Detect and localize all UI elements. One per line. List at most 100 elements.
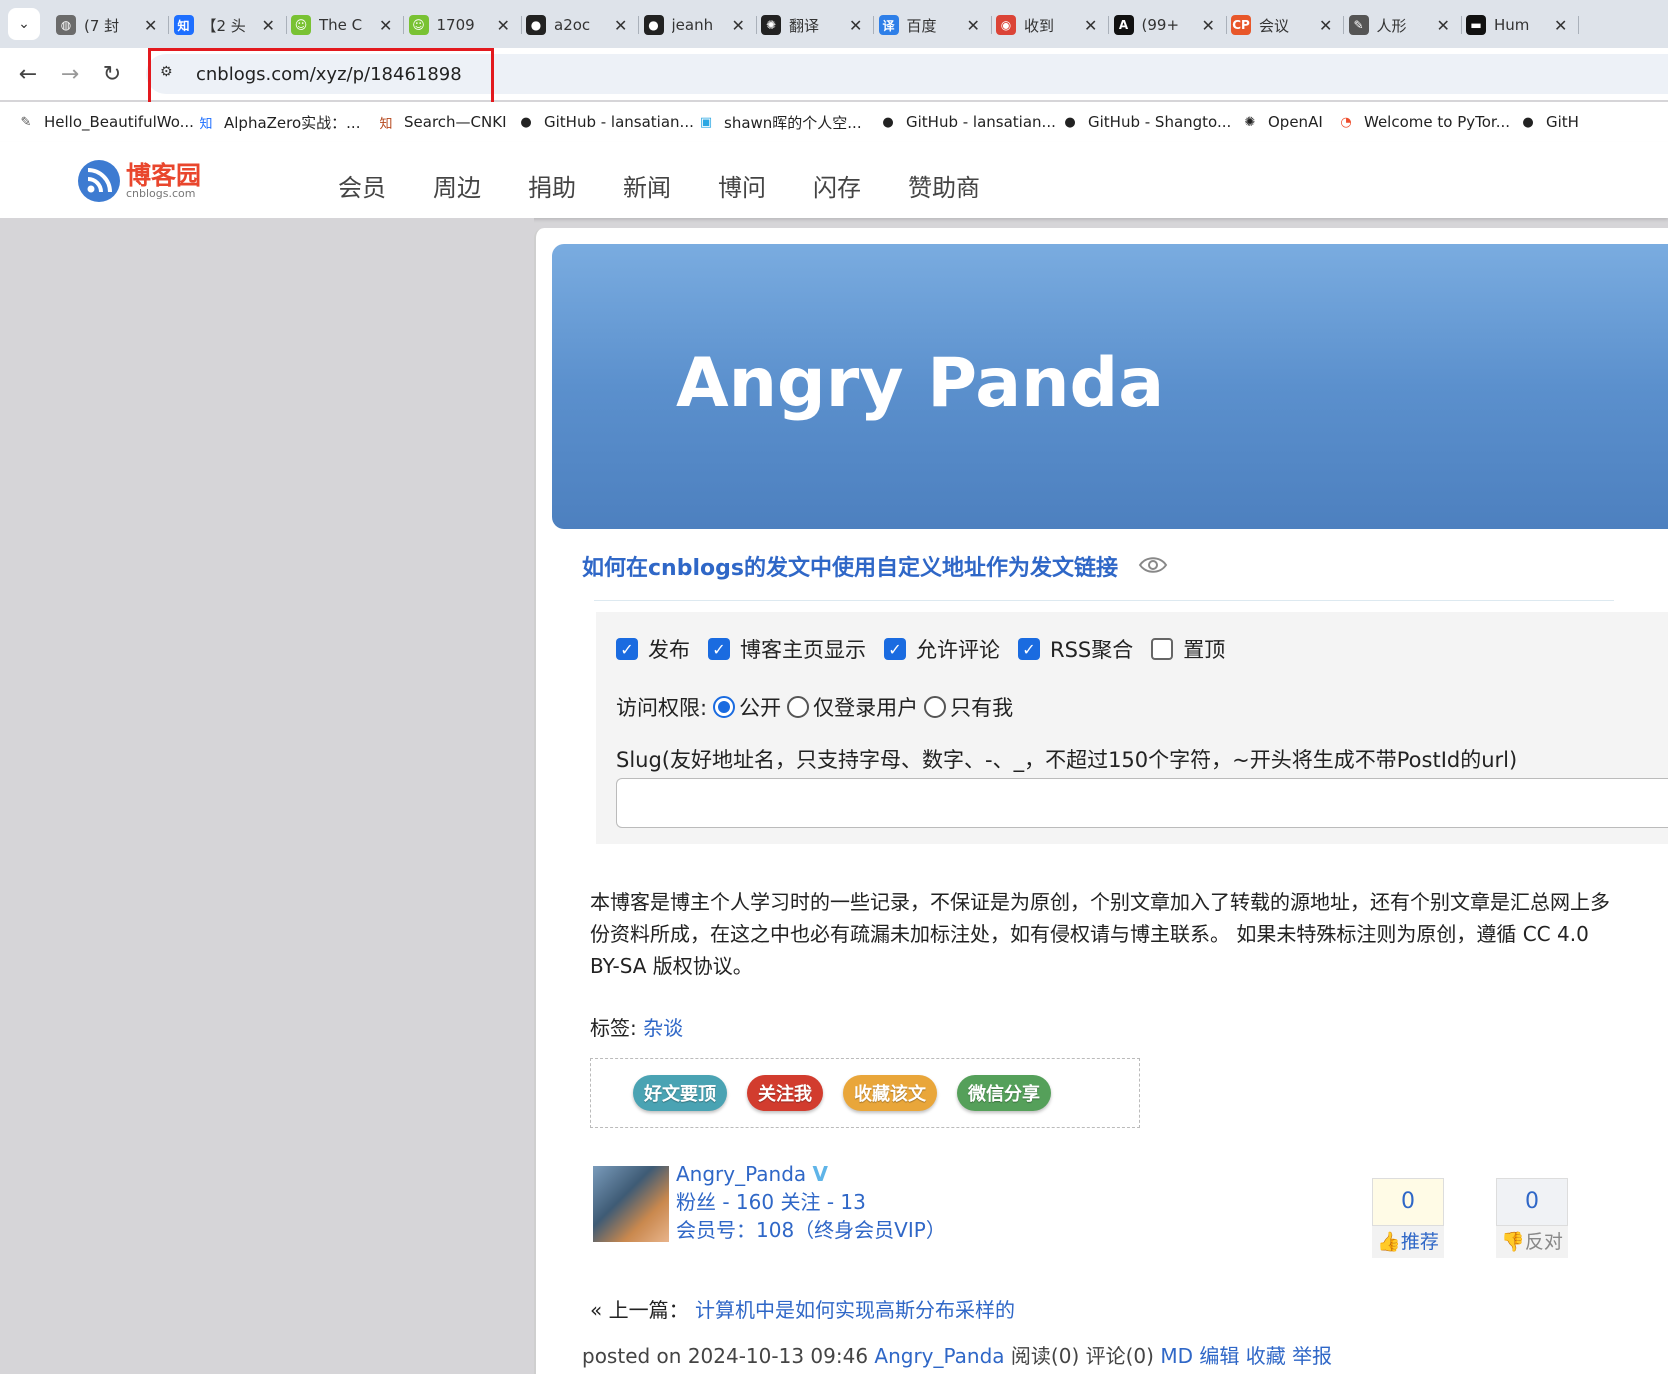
option-allow-comments[interactable]: ✓ 允许评论 xyxy=(884,634,1000,664)
md-link[interactable]: MD xyxy=(1160,1344,1193,1368)
option-pin-top[interactable]: 置顶 xyxy=(1151,634,1225,664)
github-icon: ● xyxy=(520,114,532,130)
nav-item-news[interactable]: 新闻 xyxy=(623,168,718,203)
close-icon[interactable]: ✕ xyxy=(614,16,627,35)
bookmark-item[interactable]: ◔ Welcome to PyTor... xyxy=(1336,112,1510,132)
checkbox-checked-icon[interactable]: ✓ xyxy=(708,638,730,660)
favorite-post-button[interactable]: 收藏该文 xyxy=(843,1075,937,1111)
radio-public[interactable] xyxy=(713,696,736,718)
checkbox-checked-icon[interactable]: ✓ xyxy=(1018,638,1040,660)
bookmark-item[interactable]: ▣ shawn晖的个人空... xyxy=(696,112,862,133)
footer-author-link[interactable]: Angry_Panda xyxy=(874,1344,1004,1368)
bookmark-item[interactable]: ✺ OpenAI xyxy=(1240,112,1323,132)
recommend-post-button[interactable]: 好文要顶 xyxy=(633,1075,727,1111)
tab-separator xyxy=(1578,16,1579,34)
tab-separator xyxy=(638,16,639,34)
back-button[interactable]: ← xyxy=(12,58,44,90)
tab-title: 会议 xyxy=(1259,16,1290,35)
forward-button[interactable]: → xyxy=(54,58,86,90)
reload-button[interactable]: ↻ xyxy=(96,58,128,90)
tags-label: 标签: xyxy=(590,1016,637,1040)
checkbox-checked-icon[interactable]: ✓ xyxy=(616,638,638,660)
bookmark-item[interactable]: ● GitHub - lansatian... xyxy=(878,112,1056,132)
tab-title: 人形 xyxy=(1376,16,1407,35)
close-icon[interactable]: ✕ xyxy=(379,16,392,35)
tab-separator xyxy=(1460,16,1462,34)
tag-link[interactable]: 杂谈 xyxy=(643,1016,683,1040)
downvote-label[interactable]: 👎反对 xyxy=(1496,1226,1568,1258)
close-icon[interactable]: ✕ xyxy=(967,16,980,35)
github-icon: ● xyxy=(526,15,546,35)
post-title[interactable]: 如何在cnblogs的发文中使用自定义地址作为发文链接 xyxy=(582,550,1118,582)
bookmark-item[interactable]: 知 AlphaZero实战：... xyxy=(196,112,360,133)
nav-item-member[interactable]: 会员 xyxy=(338,168,433,203)
dark-square-icon: ▬ xyxy=(1466,15,1486,35)
option-rss[interactable]: ✓ RSS聚合 xyxy=(1018,634,1133,664)
access-label: 访问权限: xyxy=(616,696,708,720)
bookmark-item[interactable]: 知 Search—CNKI xyxy=(376,112,506,132)
nav-item-sponsors[interactable]: 赞助商 xyxy=(908,168,1003,203)
close-icon[interactable]: ✕ xyxy=(1202,16,1215,35)
logo-text: 博客园 xyxy=(126,161,202,190)
close-icon[interactable]: ✕ xyxy=(497,16,510,35)
upvote-label[interactable]: 👍推荐 xyxy=(1372,1226,1444,1258)
close-icon[interactable]: ✕ xyxy=(1554,16,1567,35)
browser-tab[interactable]: ● a2oc ✕ xyxy=(526,8,627,42)
wechat-share-button[interactable]: 微信分享 xyxy=(957,1075,1051,1111)
browser-tab[interactable]: ● jeanh ✕ xyxy=(643,8,745,42)
slug-input[interactable] xyxy=(616,778,1668,828)
checkbox-checked-icon[interactable]: ✓ xyxy=(884,638,906,660)
nav-item-donate[interactable]: 捐助 xyxy=(528,168,623,203)
close-icon[interactable]: ✕ xyxy=(262,16,275,35)
close-icon[interactable]: ✕ xyxy=(1437,16,1450,35)
bookmark-item[interactable]: ● GitHub - Shangto... xyxy=(1060,112,1231,132)
follow-button[interactable]: 关注我 xyxy=(747,1075,823,1111)
radio-only-me[interactable] xyxy=(924,696,947,718)
option-show-on-home[interactable]: ✓ 博客主页显示 xyxy=(708,634,866,664)
radio-logged-in[interactable] xyxy=(787,696,810,718)
browser-tab[interactable]: ◍ (7 封 ✕ xyxy=(56,8,157,42)
cnblogs-logo[interactable]: 博客园 cnblogs.com xyxy=(78,160,201,202)
browser-tab[interactable]: A (99+ ✕ xyxy=(1113,8,1215,42)
nav-item-qa[interactable]: 博问 xyxy=(718,168,813,203)
browser-tab[interactable]: ☺ The C ✕ xyxy=(291,8,392,42)
author-name-link[interactable]: Angry_Panda xyxy=(676,1162,806,1186)
option-label: RSS聚合 xyxy=(1050,638,1134,662)
browser-tab[interactable]: ◉ 收到 ✕ xyxy=(996,8,1097,42)
blog-title[interactable]: Angry Panda xyxy=(676,344,1164,423)
browser-tab[interactable]: 译百度 ✕ xyxy=(878,8,980,42)
baidu-translate-icon: 译 xyxy=(878,15,899,35)
close-icon[interactable]: ✕ xyxy=(1084,16,1097,35)
close-icon[interactable]: ✕ xyxy=(1319,16,1332,35)
checkbox-unchecked-icon[interactable] xyxy=(1151,638,1174,660)
browser-tab[interactable]: CP 会议 ✕ xyxy=(1231,8,1332,42)
title-divider xyxy=(594,600,1614,601)
prev-post-link[interactable]: 计算机中是如何实现高斯分布采样的 xyxy=(695,1298,1015,1322)
author-stats[interactable]: 粉丝 - 160 关注 - 13 xyxy=(676,1188,946,1216)
author-avatar[interactable] xyxy=(593,1166,669,1242)
cp-icon: CP xyxy=(1231,15,1251,35)
close-icon[interactable]: ✕ xyxy=(144,16,157,35)
close-icon[interactable]: ✕ xyxy=(732,16,745,35)
edit-link[interactable]: 编辑 xyxy=(1199,1344,1239,1368)
font-a-icon: A xyxy=(1113,15,1134,35)
option-publish[interactable]: ✓ 发布 xyxy=(616,634,690,664)
author-membership[interactable]: 会员号：108（终身会员VIP） xyxy=(676,1216,946,1244)
nav-item-flash[interactable]: 闪存 xyxy=(813,168,908,203)
upvote-box[interactable]: 0 👍推荐 xyxy=(1372,1178,1444,1258)
browser-tab[interactable]: ☺ 1709 ✕ xyxy=(408,8,510,42)
bookmark-item[interactable]: ✎ Hello_BeautifulWo... xyxy=(16,112,194,132)
bookmark-item[interactable]: ● GitHub - lansatian... xyxy=(516,112,694,132)
browser-tab[interactable]: 知【2 头 ✕ xyxy=(173,8,275,42)
tab-search-menu-button[interactable]: ⌄ xyxy=(8,8,40,40)
browser-tab[interactable]: ▬ Hum ✕ xyxy=(1466,8,1567,42)
browser-tab[interactable]: ✎ 人形 ✕ xyxy=(1348,8,1450,42)
nav-item-merch[interactable]: 周边 xyxy=(433,168,528,203)
favorite-link[interactable]: 收藏 xyxy=(1246,1344,1286,1368)
report-link[interactable]: 举报 xyxy=(1292,1344,1332,1368)
close-icon[interactable]: ✕ xyxy=(849,16,862,35)
bookmark-item[interactable]: ● GitH xyxy=(1518,112,1579,132)
browser-tab[interactable]: ✺ 翻译 ✕ xyxy=(761,8,862,42)
reload-icon: ↻ xyxy=(102,61,122,87)
downvote-box[interactable]: 0 👎反对 xyxy=(1496,1178,1568,1258)
